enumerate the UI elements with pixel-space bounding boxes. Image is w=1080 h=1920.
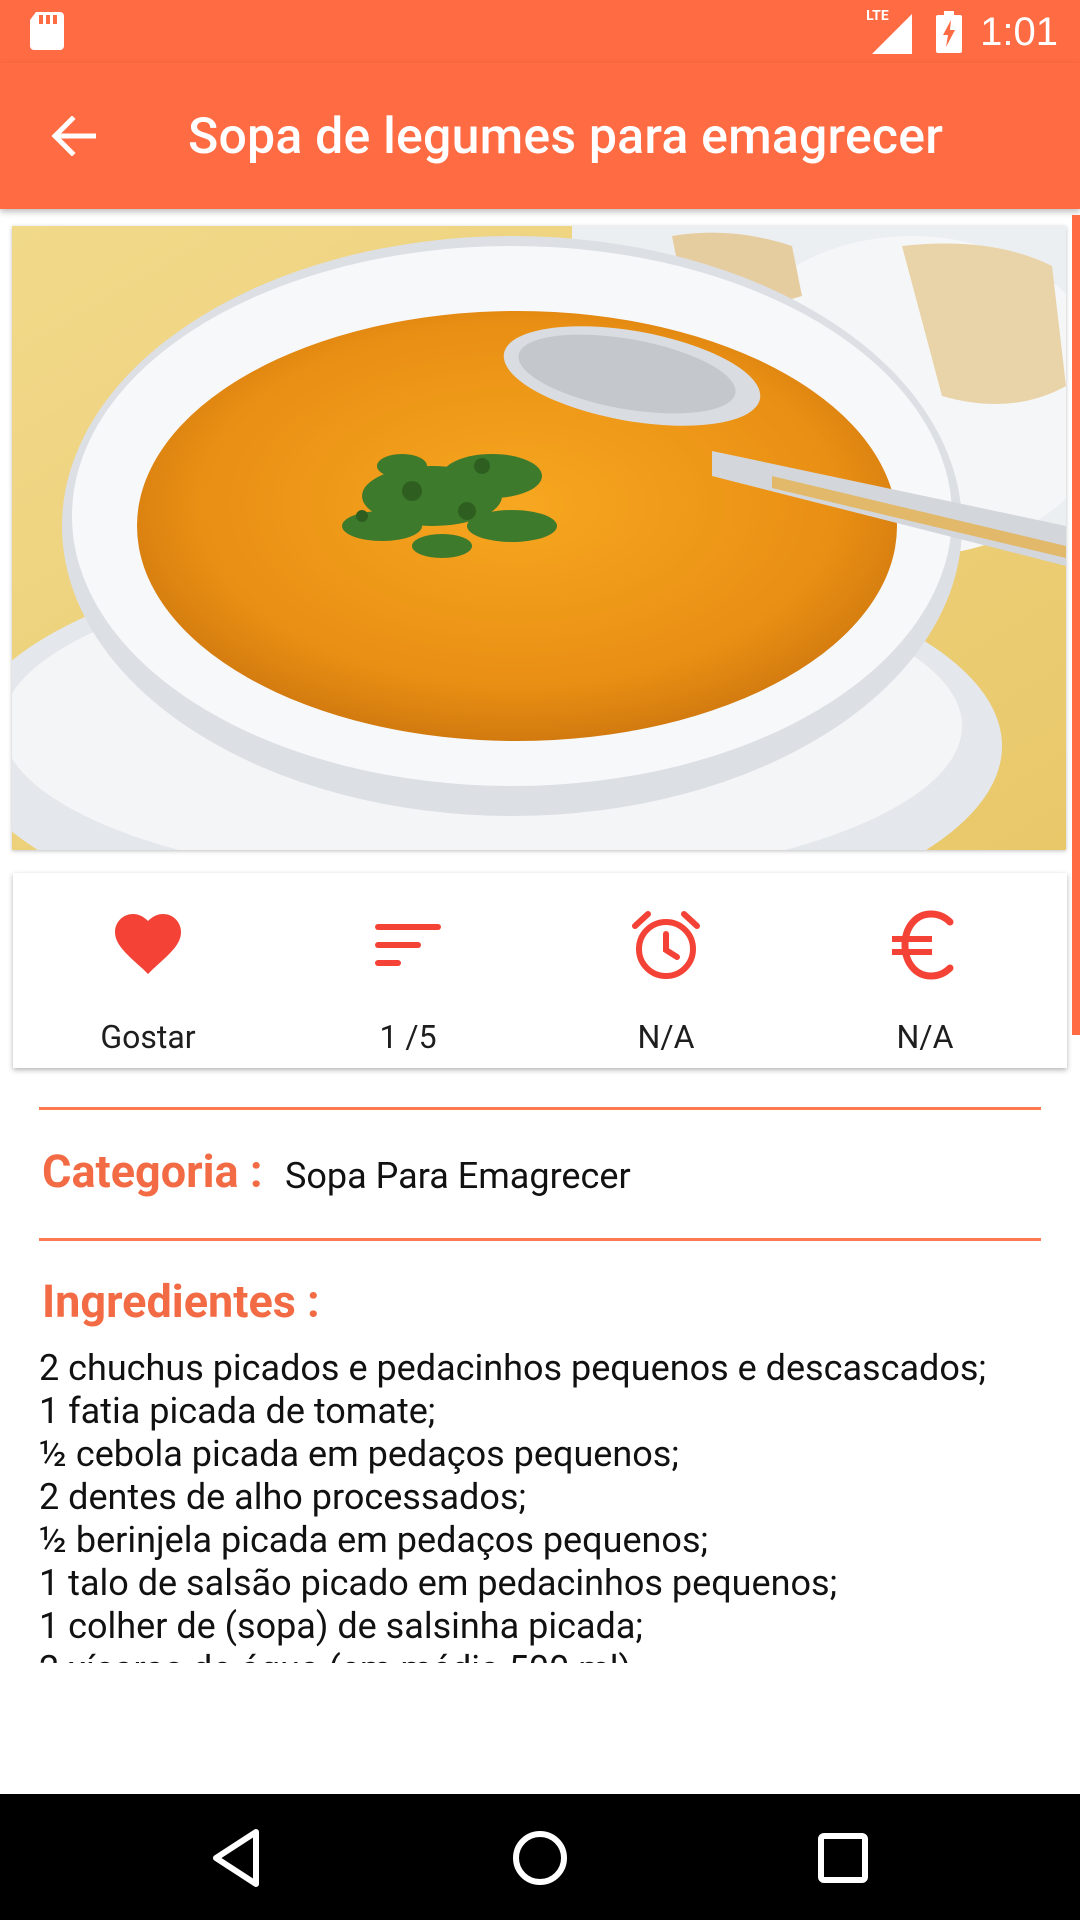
network-type: LTE (866, 8, 889, 24)
alarm-clock-icon (632, 911, 700, 979)
like-label: Gostar (100, 1018, 196, 1056)
recipe-image (12, 226, 1066, 850)
nav-back-button[interactable] (200, 1822, 272, 1894)
cost-label: N/A (896, 1018, 954, 1056)
list-item: ½ cebola picada em pedaços pequenos; (39, 1433, 679, 1475)
heart-icon (115, 914, 181, 974)
nav-home-button[interactable] (504, 1822, 576, 1894)
page-title: Sopa de legumes para emagrecer (188, 108, 944, 166)
list-item: 1 talo de salsão picado em pedacinhos pe… (39, 1562, 838, 1604)
list-item: 2 chuchus picados e pedacinhos pequenos … (39, 1347, 987, 1389)
like-button[interactable]: Gostar (28, 873, 268, 1068)
app-bar: Sopa de legumes para emagrecer (0, 63, 1080, 209)
divider (39, 1238, 1041, 1241)
ingredients-heading: Ingredientes : (42, 1275, 320, 1328)
back-button[interactable] (38, 101, 108, 171)
triangle-back-icon (213, 1829, 259, 1887)
nav-recents-button[interactable] (807, 1822, 879, 1894)
sort-lines-icon (375, 924, 441, 966)
circle-home-icon (513, 1831, 567, 1885)
list-item: 1 colher de (sopa) de salsinha picada; (39, 1605, 644, 1647)
euro-icon (892, 910, 954, 980)
list-item: 2 xícaras de água (em média 500 ml) (39, 1648, 1069, 1663)
time-stat: N/A (546, 873, 786, 1068)
list-item: ½ berinjela picada em pedaços pequenos; (39, 1519, 709, 1561)
list-item: 1 fatia picada de tomate; (39, 1390, 436, 1432)
ingredients-list: 2 chuchus picados e pedacinhos pequenos … (39, 1347, 1069, 1663)
difficulty-label: 1 /5 (379, 1018, 437, 1056)
difficulty-stat: 1 /5 (288, 873, 528, 1068)
sd-card-icon (30, 12, 64, 50)
square-recents-icon (818, 1833, 868, 1883)
navigation-bar (0, 1794, 1080, 1920)
cost-stat: N/A (805, 873, 1045, 1068)
time-label: N/A (637, 1018, 695, 1056)
lte-signal-icon: LTE (866, 8, 913, 54)
category-heading: Categoria : (42, 1145, 263, 1198)
scroll-indicator (1072, 215, 1080, 1035)
status-bar: LTE 1:01 (0, 0, 1080, 63)
clock: 1:01 (980, 9, 1058, 54)
battery-charging-icon (936, 11, 963, 53)
divider (39, 1107, 1041, 1110)
arrow-back-icon (51, 116, 96, 156)
category-value: Sopa Para Emagrecer (285, 1155, 631, 1197)
recipe-stats-card: Gostar 1 /5 N/A N/A (13, 873, 1067, 1068)
list-item: 2 dentes de alho processados; (39, 1476, 527, 1518)
